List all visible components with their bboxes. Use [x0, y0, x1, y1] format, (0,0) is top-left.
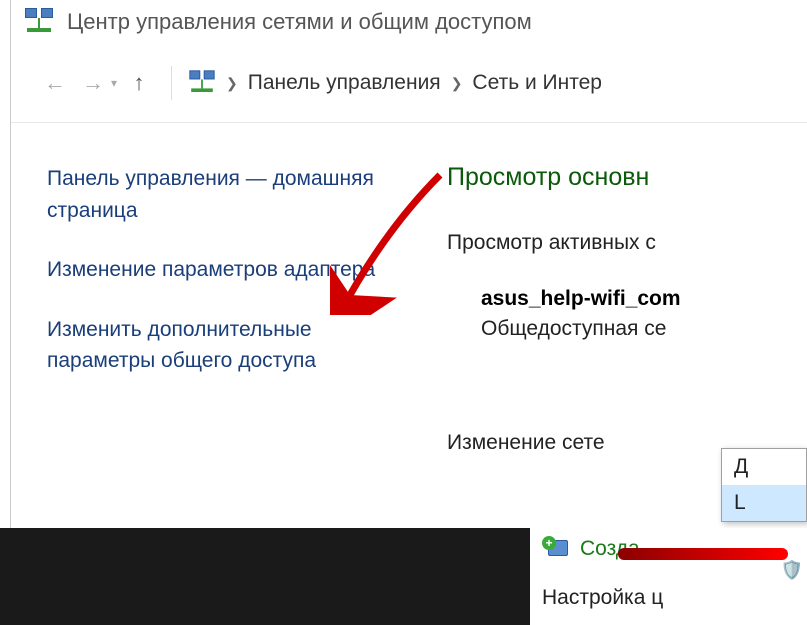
dark-strip — [0, 528, 530, 625]
up-button[interactable]: ↑ — [123, 67, 155, 99]
context-menu-item-selected[interactable]: L — [722, 485, 806, 521]
forward-button[interactable]: → — [77, 67, 109, 99]
page-heading: Просмотр основн — [447, 163, 807, 192]
content-area: Панель управления — домашняя страница Из… — [11, 123, 807, 502]
shield-icon: 🛡️ — [781, 560, 803, 581]
window: Центр управления сетями и общим доступом… — [10, 0, 807, 530]
sidebar-sharing-link[interactable]: Изменить дополнительные параметры общего… — [47, 314, 407, 377]
context-menu-item[interactable]: Д — [722, 449, 806, 485]
history-dropdown-icon[interactable]: ▾ — [111, 76, 117, 90]
sidebar-home-link[interactable]: Панель управления — домашняя страница — [47, 163, 407, 226]
chevron-right-icon: ❯ — [451, 75, 463, 92]
breadcrumb-control-panel[interactable]: Панель управления — [248, 71, 441, 95]
breadcrumb: ❯ Панель управления ❯ Сеть и Интер — [188, 69, 602, 97]
context-menu: Д L — [721, 448, 807, 522]
chevron-right-icon: ❯ — [226, 75, 238, 92]
annotation-red-band — [618, 548, 788, 560]
breadcrumb-network-icon — [189, 70, 214, 95]
window-title: Центр управления сетями и общим доступом — [67, 9, 532, 35]
titlebar: Центр управления сетями и общим доступом — [11, 0, 807, 46]
sidebar: Панель управления — домашняя страница Из… — [47, 163, 447, 502]
tune-label: Настройка ц — [542, 586, 663, 610]
breadcrumb-network-internet[interactable]: Сеть и Интер — [472, 71, 602, 95]
network-type: Общедоступная се — [481, 317, 807, 341]
back-button[interactable]: ← — [39, 67, 71, 99]
network-name[interactable]: asus_help-wifi_com — [481, 287, 807, 311]
network-center-icon — [25, 8, 53, 36]
add-network-icon: + — [542, 536, 570, 562]
navbar: ← → ▾ ↑ ❯ Панель управления ❯ Сеть и Инт… — [11, 46, 807, 123]
sidebar-adapter-link[interactable]: Изменение параметров адаптера — [47, 254, 407, 286]
active-networks-label: Просмотр активных с — [447, 228, 807, 257]
separator — [171, 66, 172, 100]
